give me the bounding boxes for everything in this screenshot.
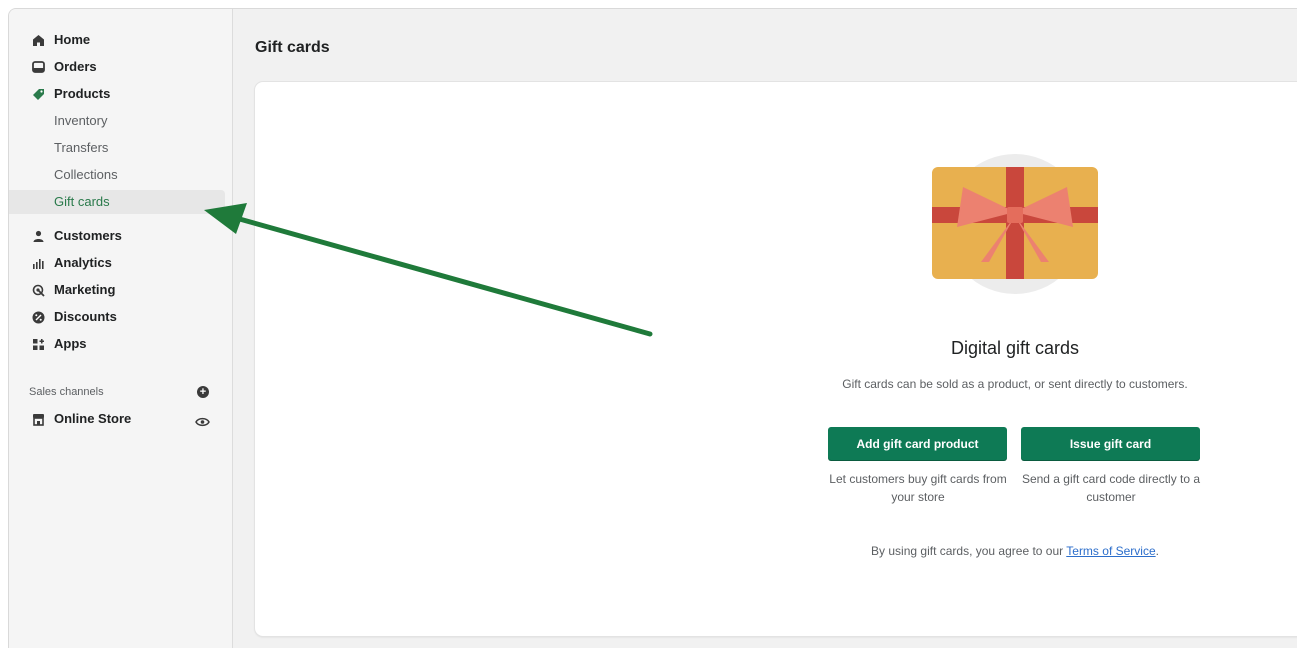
sidebar: Home Orders Products Inventory Transfers…: [9, 9, 233, 648]
add-product-caption: Let customers buy gift cards from your s…: [829, 472, 1007, 504]
nav-item-analytics[interactable]: Analytics: [9, 251, 225, 275]
nav-label: Apps: [54, 336, 87, 351]
empty-state-description: Gift cards can be sold as a product, or …: [842, 377, 1188, 391]
discounts-icon: [31, 310, 45, 324]
issue-gift-card-button[interactable]: Issue gift card: [1021, 427, 1200, 461]
nav-item-marketing[interactable]: Marketing: [9, 278, 225, 302]
apps-icon: [31, 337, 45, 351]
nav-label: Transfers: [54, 140, 109, 155]
terms-prefix: By using gift cards, you agree to our: [871, 544, 1064, 558]
terms-suffix: .: [1155, 544, 1159, 558]
products-tag-icon: [31, 87, 45, 101]
page-title: Gift cards: [255, 39, 330, 56]
nav-label: Marketing: [54, 282, 116, 297]
add-gift-card-product-button[interactable]: Add gift card product: [828, 427, 1007, 461]
sales-channels-heading: Sales channels: [29, 386, 104, 398]
terms-of-service-link[interactable]: Terms of Service: [1066, 544, 1155, 558]
analytics-icon: [31, 256, 45, 270]
orders-icon: [31, 60, 45, 74]
nav-label: Orders: [54, 59, 97, 74]
nav-label: Inventory: [54, 113, 108, 128]
nav-label: Analytics: [54, 255, 112, 270]
nav-label: Home: [54, 32, 91, 47]
nav-item-customers[interactable]: Customers: [9, 224, 225, 248]
nav-item-gift-cards[interactable]: Gift cards: [9, 190, 225, 214]
nav-item-inventory[interactable]: Inventory: [9, 109, 225, 133]
empty-state-title: Digital gift cards: [950, 338, 1080, 358]
marketing-icon: [31, 283, 45, 297]
nav-item-collections[interactable]: Collections: [9, 163, 225, 187]
nav-item-products[interactable]: Products: [9, 82, 225, 106]
nav-item-orders[interactable]: Orders: [9, 55, 225, 79]
app-frame: Home Orders Products Inventory Transfers…: [8, 8, 1297, 648]
nav-label: Products: [54, 86, 111, 101]
issue-card-caption: Send a gift card code directly to a cust…: [1021, 472, 1201, 504]
nav-item-online-store[interactable]: Online Store: [9, 407, 225, 431]
home-icon: [31, 33, 45, 47]
terms-notice: By using gift cards, you agree to our Te…: [785, 544, 1245, 558]
nav-item-home[interactable]: Home: [9, 28, 225, 52]
customers-icon: [31, 229, 45, 243]
nav-label: Gift cards: [54, 194, 110, 209]
nav-item-discounts[interactable]: Discounts: [9, 305, 225, 329]
nav-item-transfers[interactable]: Transfers: [9, 136, 225, 160]
nav-label: Collections: [54, 167, 118, 182]
store-icon: [31, 412, 45, 426]
empty-state-card: Digital gift cards Gift cards can be sol…: [255, 82, 1297, 636]
nav-label: Customers: [54, 228, 122, 243]
nav-label: Discounts: [54, 309, 117, 324]
nav-label: Online Store: [54, 411, 132, 426]
add-sales-channel-icon[interactable]: +: [197, 386, 209, 398]
view-store-eye-icon[interactable]: [195, 414, 210, 427]
nav-item-apps[interactable]: Apps: [9, 332, 225, 356]
gift-card-illustration: [932, 154, 1098, 294]
